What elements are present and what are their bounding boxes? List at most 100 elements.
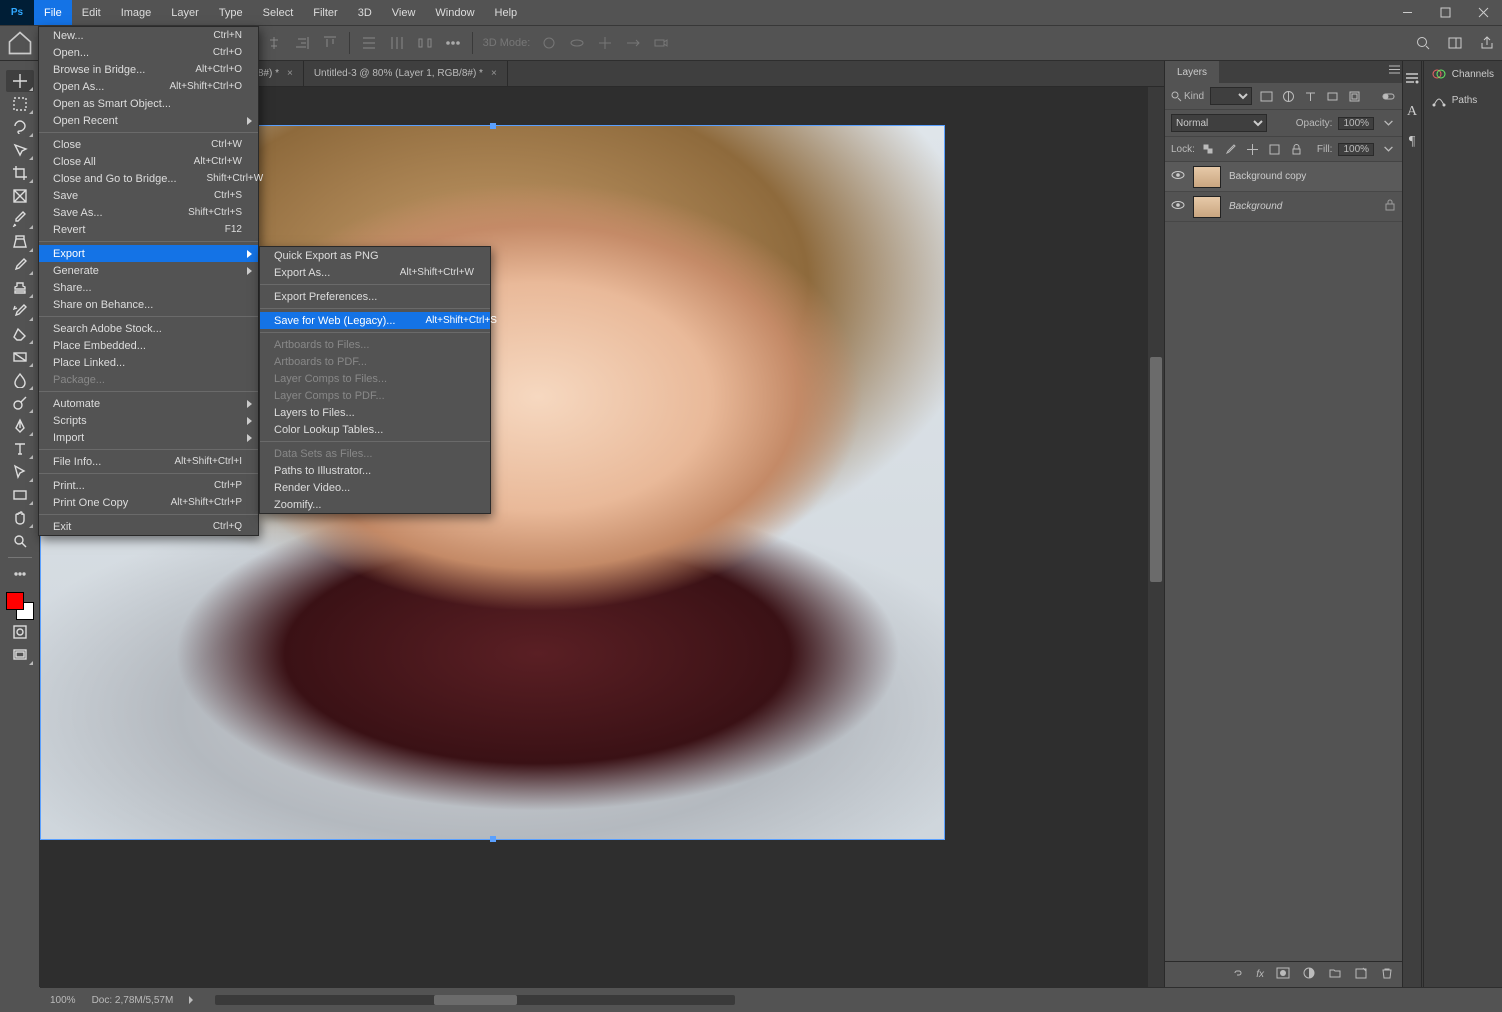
menu-item[interactable]: Open as Smart Object... xyxy=(39,95,258,112)
link-layers-icon[interactable] xyxy=(1230,966,1244,983)
paragraph-panel-icon[interactable]: ¶ xyxy=(1409,134,1415,150)
paths-panel-button[interactable]: Paths xyxy=(1424,87,1502,113)
workspace-switcher-icon[interactable] xyxy=(1446,34,1464,52)
align-center-h-icon[interactable] xyxy=(265,34,283,52)
layers-tab[interactable]: Layers xyxy=(1165,61,1219,83)
3d-roll-icon[interactable] xyxy=(568,34,586,52)
menu-item[interactable]: Place Embedded... xyxy=(39,337,258,354)
align-right-icon[interactable] xyxy=(293,34,311,52)
fill-value[interactable]: 100% xyxy=(1338,143,1374,156)
menu-item[interactable]: Print...Ctrl+P xyxy=(39,477,258,494)
eraser-tool[interactable] xyxy=(6,323,34,345)
color-swatches[interactable] xyxy=(6,592,34,620)
menu-item[interactable]: Paths to Illustrator... xyxy=(260,462,490,479)
filter-type-icon[interactable] xyxy=(1302,88,1318,104)
distribute-spacing-icon[interactable] xyxy=(416,34,434,52)
menu-item[interactable]: Save As...Shift+Ctrl+S xyxy=(39,204,258,221)
close-icon[interactable]: × xyxy=(287,68,293,79)
close-icon[interactable]: × xyxy=(491,68,497,79)
menu-item[interactable]: Share... xyxy=(39,279,258,296)
menu-item[interactable]: Save for Web (Legacy)...Alt+Shift+Ctrl+S xyxy=(260,312,490,329)
menu-select[interactable]: Select xyxy=(253,0,304,25)
distribute-h-icon[interactable] xyxy=(388,34,406,52)
menu-item[interactable]: File Info...Alt+Shift+Ctrl+I xyxy=(39,453,258,470)
filter-adjust-icon[interactable] xyxy=(1280,88,1296,104)
quick-select-tool[interactable] xyxy=(6,139,34,161)
blur-tool[interactable] xyxy=(6,369,34,391)
hand-tool[interactable] xyxy=(6,507,34,529)
marquee-tool[interactable] xyxy=(6,93,34,115)
distribute-v-icon[interactable] xyxy=(360,34,378,52)
menu-file[interactable]: File xyxy=(34,0,72,25)
vertical-scrollbar[interactable] xyxy=(1148,87,1164,987)
menu-item[interactable]: Open As...Alt+Shift+Ctrl+O xyxy=(39,78,258,95)
status-chevron-icon[interactable] xyxy=(189,996,193,1004)
lock-brush-icon[interactable] xyxy=(1223,141,1239,157)
dodge-tool[interactable] xyxy=(6,392,34,414)
quick-mask-icon[interactable] xyxy=(6,621,34,643)
menu-item[interactable]: Color Lookup Tables... xyxy=(260,421,490,438)
document-tab[interactable]: Untitled-3 @ 80% (Layer 1, RGB/8#) *× xyxy=(304,61,508,86)
menu-item[interactable]: Open Recent xyxy=(39,112,258,129)
menu-item[interactable]: New...Ctrl+N xyxy=(39,27,258,44)
filter-shape-icon[interactable] xyxy=(1324,88,1340,104)
menu-item[interactable]: Place Linked... xyxy=(39,354,258,371)
opacity-value[interactable]: 100% xyxy=(1338,117,1374,130)
3d-slide-icon[interactable] xyxy=(624,34,642,52)
new-layer-icon[interactable] xyxy=(1354,966,1368,983)
menu-item[interactable]: Search Adobe Stock... xyxy=(39,320,258,337)
eyedropper-tool[interactable] xyxy=(6,208,34,230)
properties-panel-icon[interactable] xyxy=(1403,69,1421,90)
layer-group-icon[interactable] xyxy=(1328,966,1342,983)
menu-item[interactable]: Export xyxy=(39,245,258,262)
chevron-down-icon[interactable] xyxy=(1380,141,1396,157)
menu-item[interactable]: Generate xyxy=(39,262,258,279)
3d-orbit-icon[interactable] xyxy=(540,34,558,52)
pen-tool[interactable] xyxy=(6,415,34,437)
window-minimize-button[interactable] xyxy=(1388,0,1426,25)
zoom-level[interactable]: 100% xyxy=(50,995,76,1006)
menu-item[interactable]: Quick Export as PNG xyxy=(260,247,490,264)
visibility-icon[interactable] xyxy=(1171,198,1185,215)
layer-fx-icon[interactable]: fx xyxy=(1256,969,1264,980)
menu-item[interactable]: Open...Ctrl+O xyxy=(39,44,258,61)
search-icon[interactable] xyxy=(1414,34,1432,52)
gradient-tool[interactable] xyxy=(6,346,34,368)
menu-layer[interactable]: Layer xyxy=(161,0,209,25)
menu-item[interactable]: Close AllAlt+Ctrl+W xyxy=(39,153,258,170)
menu-item[interactable]: Import xyxy=(39,429,258,446)
menu-edit[interactable]: Edit xyxy=(72,0,111,25)
layer-name[interactable]: Background xyxy=(1229,201,1282,212)
window-maximize-button[interactable] xyxy=(1426,0,1464,25)
lock-transparency-icon[interactable] xyxy=(1201,141,1217,157)
adjustment-layer-icon[interactable] xyxy=(1302,966,1316,983)
3d-pan-icon[interactable] xyxy=(596,34,614,52)
menu-item[interactable]: Layers to Files... xyxy=(260,404,490,421)
frame-tool[interactable] xyxy=(6,185,34,207)
menu-item[interactable]: ExitCtrl+Q xyxy=(39,518,258,535)
lasso-tool[interactable] xyxy=(6,116,34,138)
window-close-button[interactable] xyxy=(1464,0,1502,25)
layer-name[interactable]: Background copy xyxy=(1229,171,1306,182)
menu-window[interactable]: Window xyxy=(425,0,484,25)
channels-panel-button[interactable]: Channels xyxy=(1424,61,1502,87)
foreground-color-swatch[interactable] xyxy=(6,592,24,610)
path-select-tool[interactable] xyxy=(6,461,34,483)
menu-item[interactable]: Browse in Bridge...Alt+Ctrl+O xyxy=(39,61,258,78)
zoom-tool[interactable] xyxy=(6,530,34,552)
more-align-icon[interactable] xyxy=(444,34,462,52)
menu-image[interactable]: Image xyxy=(111,0,162,25)
menu-item[interactable]: Close and Go to Bridge...Shift+Ctrl+W xyxy=(39,170,258,187)
clone-stamp-tool[interactable] xyxy=(6,277,34,299)
menu-type[interactable]: Type xyxy=(209,0,253,25)
home-icon[interactable] xyxy=(6,31,34,55)
layer-row[interactable]: Background copy xyxy=(1165,162,1402,192)
3d-camera-icon[interactable] xyxy=(652,34,670,52)
healing-brush-tool[interactable] xyxy=(6,231,34,253)
move-tool[interactable] xyxy=(6,70,34,92)
type-tool[interactable] xyxy=(6,438,34,460)
layer-mask-icon[interactable] xyxy=(1276,966,1290,983)
filter-toggle-icon[interactable] xyxy=(1380,88,1396,104)
menu-item[interactable]: Automate xyxy=(39,395,258,412)
menu-help[interactable]: Help xyxy=(485,0,528,25)
